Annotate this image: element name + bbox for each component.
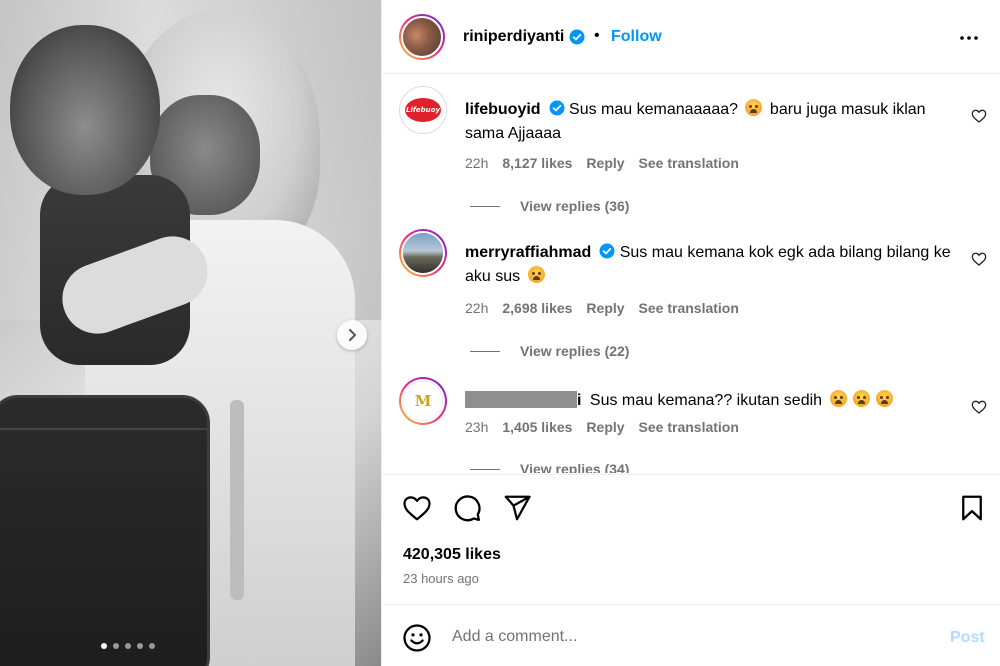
view-replies-label: View replies (36) [520, 198, 630, 214]
photo-child-head [10, 25, 160, 195]
commenter-username[interactable]: i [577, 392, 581, 409]
comments-list[interactable]: Lifebuoy lifebuoyid Sus mau kemanaaaaa? … [382, 75, 1000, 473]
heart-icon[interactable] [402, 493, 432, 523]
post-likes-count[interactable]: 420,305 likes [403, 546, 501, 564]
post-timestamp: 23 hours ago [403, 571, 479, 586]
comment-meta: 23h 1,405 likes Reply See translation [465, 419, 739, 435]
crying-face-emoji [745, 99, 763, 116]
comment-icon[interactable] [452, 493, 482, 523]
crying-face-emoji [852, 390, 870, 407]
replies-divider [470, 205, 500, 207]
comment-meta: 22h 2,698 likes Reply See translation [465, 300, 739, 316]
photo-strap [230, 400, 244, 600]
bookmark-icon[interactable] [957, 493, 987, 523]
carousel-next-button[interactable] [337, 320, 367, 350]
comment-text: merryraffiahmad Sus mau kemana kok egk a… [465, 241, 960, 289]
verified-badge-icon [599, 243, 615, 259]
see-translation-link[interactable]: See translation [639, 419, 739, 435]
comment-text: lifebuoyid Sus mau kemanaaaaa? baru juga… [465, 98, 960, 146]
reply-button[interactable]: Reply [586, 155, 624, 171]
comment-time: 22h [465, 155, 489, 171]
post-side-panel: riniperdiyanti • Follow Lifebuoy lifebuo… [381, 0, 1000, 666]
comment-body: Sus mau kemana?? ikutan sedih [589, 392, 823, 409]
commenter-username[interactable]: lifebuoyid [465, 101, 541, 118]
verified-badge-icon [569, 29, 585, 45]
comment-time: 23h [465, 419, 489, 435]
post-actions: 420,305 likes 23 hours ago [382, 474, 1000, 604]
merry-avatar-frame [401, 231, 445, 275]
see-translation-link[interactable]: See translation [639, 155, 739, 171]
header-separator: • [594, 27, 600, 44]
replies-divider [470, 350, 500, 352]
crying-face-emoji [829, 390, 847, 407]
follow-button[interactable]: Follow [611, 28, 662, 46]
reply-button[interactable]: Reply [586, 300, 624, 316]
third-avatar-image: M [403, 381, 443, 421]
more-options-icon[interactable] [957, 26, 981, 50]
comment-like-heart-icon[interactable] [971, 399, 987, 415]
carousel-dot [149, 643, 155, 649]
owner-username[interactable]: riniperdiyanti [463, 28, 564, 46]
view-replies-label: View replies (34) [520, 461, 630, 473]
replies-divider [470, 468, 500, 470]
reply-button[interactable]: Reply [586, 419, 624, 435]
merry-avatar-image [403, 233, 443, 273]
view-replies-button[interactable]: View replies (34) [470, 461, 629, 473]
crying-face-emoji [527, 266, 545, 283]
comment-input[interactable] [452, 625, 932, 649]
commenter-username[interactable]: merryraffiahmad [465, 244, 591, 261]
comment-likes[interactable]: 8,127 likes [502, 155, 572, 171]
emoji-icon[interactable] [402, 623, 432, 653]
third-avatar-logo: M [414, 392, 432, 410]
comment-text: i Sus mau kemana?? ikutan sedih [465, 389, 960, 413]
see-translation-link[interactable]: See translation [639, 300, 739, 316]
commenter-avatar[interactable] [399, 229, 447, 277]
carousel-dot [125, 643, 131, 649]
third-avatar-frame: M [401, 379, 445, 423]
redacted-username [465, 391, 577, 408]
view-replies-button[interactable]: View replies (36) [470, 198, 629, 214]
comment-like-heart-icon[interactable] [971, 251, 987, 267]
commenter-avatar[interactable]: Lifebuoy [399, 86, 447, 134]
carousel-dot [137, 643, 143, 649]
crying-face-emoji [875, 390, 893, 407]
view-replies-button[interactable]: View replies (22) [470, 343, 629, 359]
comment-likes[interactable]: 2,698 likes [502, 300, 572, 316]
photo-suitcase [0, 395, 210, 666]
view-replies-label: View replies (22) [520, 343, 630, 359]
chevron-right-icon [349, 329, 356, 341]
comment-composer: Post [382, 604, 1000, 666]
comment-likes[interactable]: 1,405 likes [502, 419, 572, 435]
owner-avatar[interactable] [399, 14, 445, 60]
carousel-dots [101, 643, 155, 649]
verified-badge-icon [549, 100, 565, 116]
carousel-dot [113, 643, 119, 649]
comment-body: Sus mau kemanaaaaa? [569, 101, 739, 118]
commenter-avatar[interactable]: M [399, 377, 447, 425]
comment-meta: 22h 8,127 likes Reply See translation [465, 155, 739, 171]
lifebuoy-logo: Lifebuoy [405, 98, 441, 122]
comment-time: 22h [465, 300, 489, 316]
post-header: riniperdiyanti • Follow [382, 0, 1000, 74]
comment-like-heart-icon[interactable] [971, 108, 987, 124]
share-icon[interactable] [502, 493, 532, 523]
post-photo[interactable] [0, 0, 381, 666]
owner-avatar-image [401, 16, 443, 58]
lifebuoy-avatar-image: Lifebuoy [400, 87, 446, 133]
post-comment-button[interactable]: Post [950, 629, 985, 647]
carousel-dot [101, 643, 107, 649]
